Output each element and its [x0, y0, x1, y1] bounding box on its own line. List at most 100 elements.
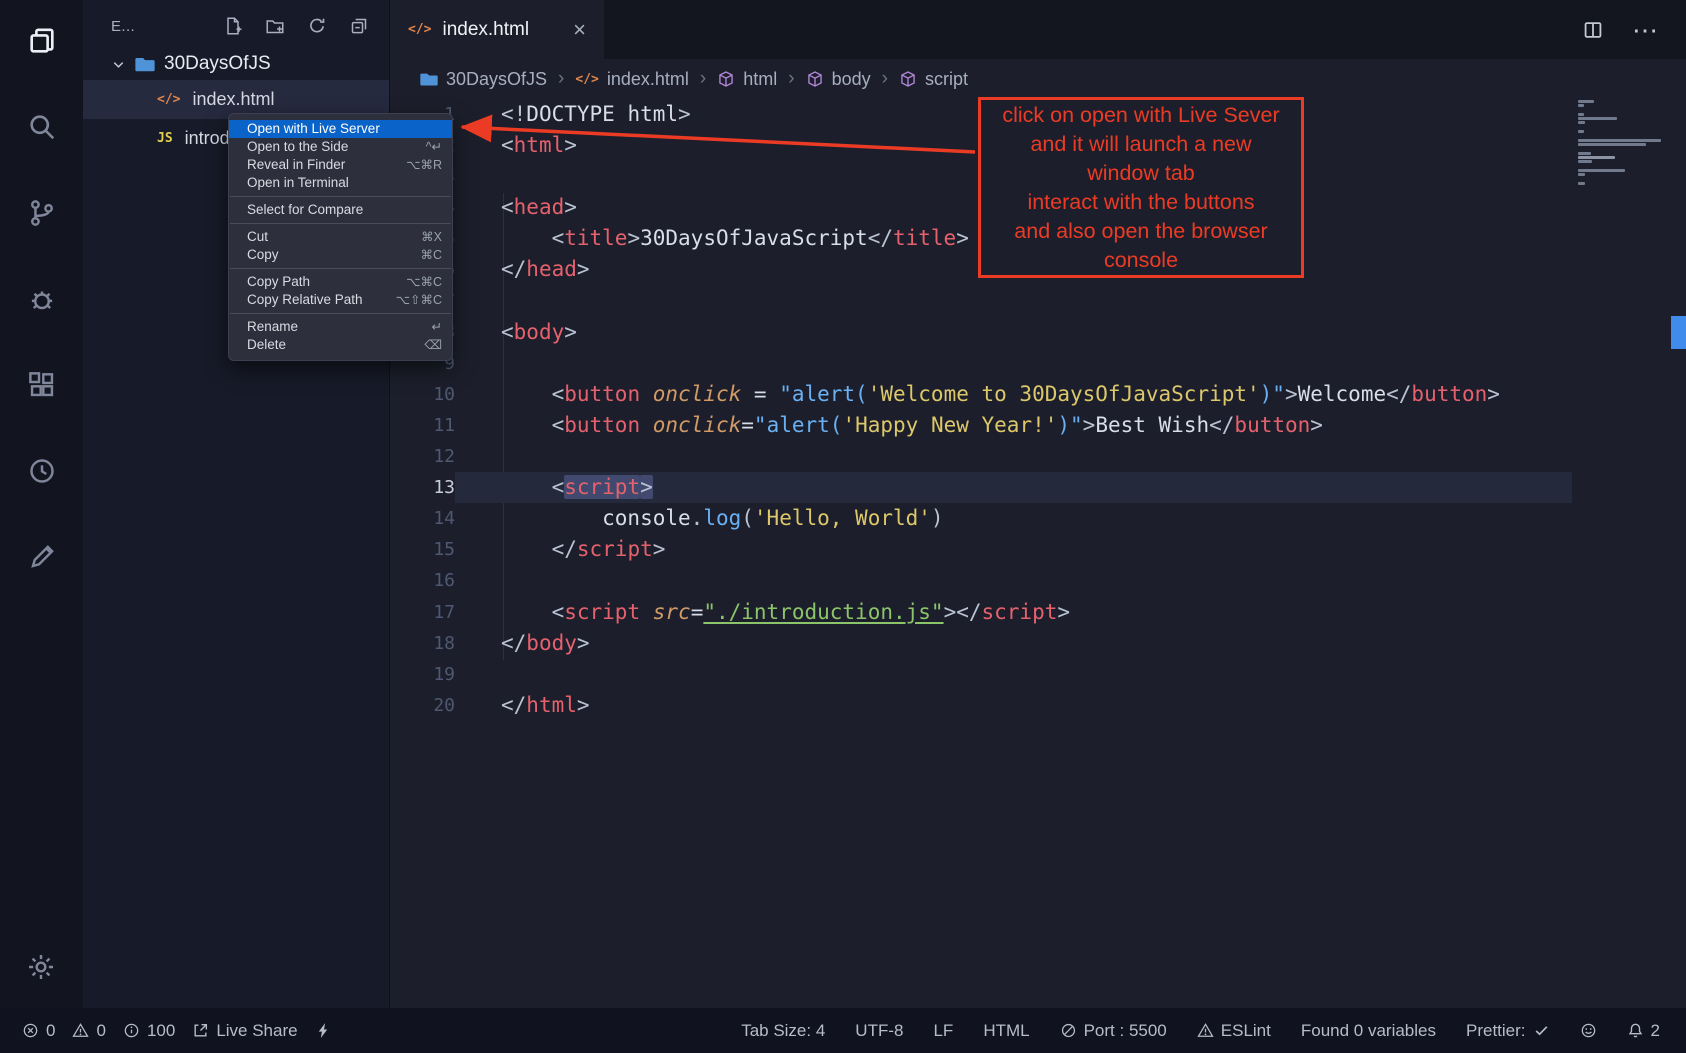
- breadcrumb-script[interactable]: script: [899, 69, 968, 90]
- menu-copy-path[interactable]: Copy Path⌥⌘C: [229, 273, 452, 291]
- tab-close-icon[interactable]: ×: [573, 19, 586, 41]
- cube-icon: [717, 70, 735, 88]
- status-found-0-variables[interactable]: Found 0 variables: [1301, 1021, 1436, 1041]
- code-line-14[interactable]: 14 console.log('Hello, World'): [390, 503, 1572, 534]
- html-file-icon: </>: [408, 22, 431, 37]
- smiley-icon: [1580, 1022, 1597, 1039]
- extensions-icon[interactable]: [27, 370, 57, 400]
- collapse-folders-icon[interactable]: [349, 16, 369, 36]
- code-line-8[interactable]: 8<body>: [390, 317, 1572, 348]
- menu-open-to-the-side[interactable]: Open to the Side^↵: [229, 138, 452, 156]
- status-tab-size-4[interactable]: Tab Size: 4: [741, 1021, 825, 1041]
- menu-copy-relative-path[interactable]: Copy Relative Path⌥⇧⌘C: [229, 291, 452, 309]
- line-number: 17: [390, 597, 455, 628]
- breadcrumb-index-html[interactable]: </>index.html: [575, 69, 689, 90]
- chevron-down-icon: [111, 57, 126, 72]
- code-line-19[interactable]: 19: [390, 659, 1572, 690]
- settings-gear-icon[interactable]: [26, 952, 56, 982]
- breadcrumb-body[interactable]: body: [806, 69, 871, 90]
- minimap[interactable]: [1578, 100, 1670, 186]
- run-debug-icon[interactable]: [27, 284, 57, 314]
- status-eslint[interactable]: ESLint: [1197, 1021, 1271, 1041]
- source-control-icon[interactable]: [27, 198, 57, 228]
- explorer-icon[interactable]: [27, 26, 57, 56]
- warning-icon: [1197, 1022, 1214, 1039]
- code-line-9[interactable]: 9: [390, 348, 1572, 379]
- code-line-10[interactable]: 10 <button onclick = "alert('Welcome to …: [390, 379, 1572, 410]
- refresh-icon[interactable]: [307, 16, 327, 36]
- code-line-20[interactable]: 20</html>: [390, 690, 1572, 721]
- more-actions-icon[interactable]: ⋯: [1632, 17, 1658, 43]
- menu-select-for-compare[interactable]: Select for Compare: [229, 201, 452, 219]
- line-number: 12: [390, 441, 455, 472]
- cube-icon: [899, 70, 917, 88]
- status-0[interactable]: 0: [72, 1021, 105, 1041]
- breadcrumb-separator-icon: ›: [558, 68, 564, 90]
- code-line-16[interactable]: 16: [390, 565, 1572, 596]
- history-icon[interactable]: [27, 456, 57, 486]
- new-folder-icon[interactable]: [265, 16, 285, 36]
- status-smiley[interactable]: [1580, 1022, 1597, 1039]
- line-number: 15: [390, 534, 455, 565]
- cube-icon: [806, 70, 824, 88]
- menu-rename[interactable]: Rename↵: [229, 318, 452, 336]
- line-number: 11: [390, 410, 455, 441]
- menu-separator: [230, 223, 451, 224]
- code-line-15[interactable]: 15 </script>: [390, 534, 1572, 565]
- annotation-box: click on open with Live Severand it will…: [978, 97, 1304, 278]
- line-number: 10: [390, 379, 455, 410]
- code-line-17[interactable]: 17 <script src="./introduction.js"></scr…: [390, 597, 1572, 628]
- line-number: 14: [390, 503, 455, 534]
- code-line-18[interactable]: 18</body>: [390, 628, 1572, 659]
- menu-separator: [230, 268, 451, 269]
- status-html[interactable]: HTML: [983, 1021, 1029, 1041]
- code-line-11[interactable]: 11 <button onclick="alert('Happy New Yea…: [390, 410, 1572, 441]
- context-menu: Open with Live ServerOpen to the Side^↵R…: [228, 113, 453, 361]
- editor-actions: ⋯: [1582, 0, 1686, 59]
- folder-icon: [135, 54, 155, 74]
- breadcrumb-separator-icon: ›: [788, 68, 794, 90]
- split-editor-icon[interactable]: [1582, 19, 1604, 41]
- status-lf[interactable]: LF: [933, 1021, 953, 1041]
- status-0[interactable]: 0: [22, 1021, 55, 1041]
- breadcrumb-separator-icon: ›: [700, 68, 706, 90]
- code-line-13[interactable]: 13 <script>: [390, 472, 1572, 503]
- breadcrumb-html[interactable]: html: [717, 69, 777, 90]
- explorer-header: E...: [83, 0, 389, 48]
- annotation-line: window tab: [981, 159, 1301, 188]
- status-live-share[interactable]: Live Share: [192, 1021, 297, 1041]
- status-zap[interactable]: [315, 1022, 332, 1039]
- status-utf-8[interactable]: UTF-8: [855, 1021, 903, 1041]
- menu-reveal-in-finder[interactable]: Reveal in Finder⌥⌘R: [229, 156, 452, 174]
- status-2[interactable]: 2: [1627, 1021, 1660, 1041]
- check-icon: [1533, 1022, 1550, 1039]
- menu-copy[interactable]: Copy⌘C: [229, 246, 452, 264]
- menu-cut[interactable]: Cut⌘X: [229, 228, 452, 246]
- search-icon[interactable]: [27, 112, 57, 142]
- code-line-7[interactable]: 7: [390, 286, 1572, 317]
- feedback-icon[interactable]: [27, 542, 57, 572]
- breadcrumb-30daysofjs[interactable]: 30DaysOfJS: [420, 69, 547, 90]
- annotation-line: click on open with Live Sever: [981, 101, 1301, 130]
- info-icon: [123, 1022, 140, 1039]
- new-file-icon[interactable]: [223, 16, 243, 36]
- tab-index-html[interactable]: </> index.html ×: [390, 0, 604, 59]
- line-number: 19: [390, 659, 455, 690]
- annotation-line: and also open the browser: [981, 217, 1301, 246]
- menu-open-with-live-server[interactable]: Open with Live Server: [229, 120, 452, 138]
- explorer-title: E...: [111, 18, 135, 35]
- status-100[interactable]: 100: [123, 1021, 175, 1041]
- status-bar: 00 100 Live Share Tab Size: 4 UTF-8 LF HTML Po…: [0, 1008, 1686, 1053]
- menu-delete[interactable]: Delete⌫: [229, 336, 452, 354]
- annotation-line: interact with the buttons: [981, 188, 1301, 217]
- code-line-12[interactable]: 12: [390, 441, 1572, 472]
- menu-open-in-terminal[interactable]: Open in Terminal: [229, 174, 452, 192]
- status-port-5500[interactable]: Port : 5500: [1060, 1021, 1167, 1041]
- warning-icon: [72, 1022, 89, 1039]
- bell-icon: [1627, 1022, 1644, 1039]
- zap-icon: [315, 1022, 332, 1039]
- folder-row-30daysofjs[interactable]: 30DaysOfJS: [83, 48, 389, 80]
- line-number: 20: [390, 690, 455, 721]
- share-icon: [192, 1022, 209, 1039]
- status-prettier-[interactable]: Prettier:: [1466, 1021, 1550, 1041]
